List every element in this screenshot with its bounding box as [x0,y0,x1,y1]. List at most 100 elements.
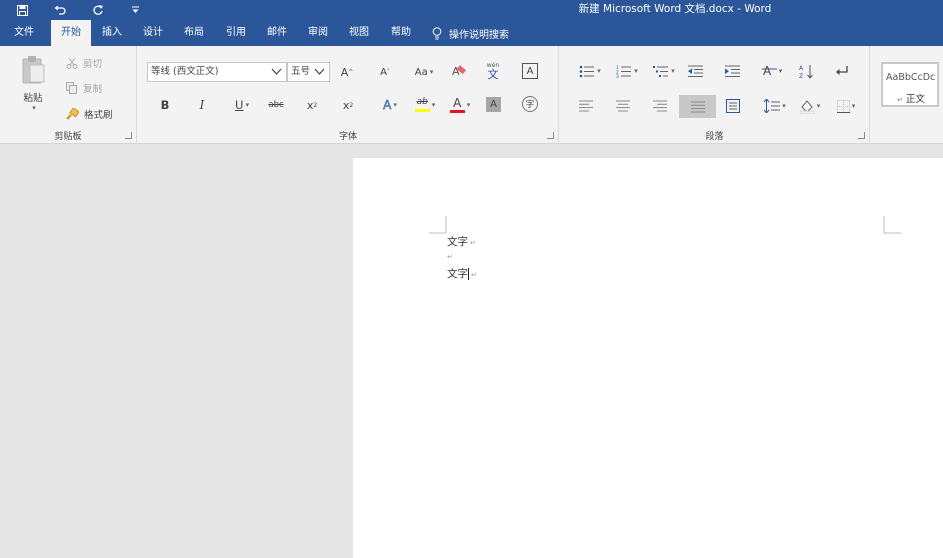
tell-me-search[interactable]: 操作说明搜索 [432,20,509,46]
save-icon[interactable] [10,0,34,20]
font-name-combo[interactable]: 等线 (西文正文) [147,62,287,82]
superscript-button[interactable]: x2 [339,96,357,114]
paragraph-group-label: 段落 [705,132,724,142]
paste-dropdown-icon[interactable]: ▾ [28,104,38,112]
redo-icon[interactable] [86,0,110,20]
subscript-digit: 2 [313,101,318,109]
copy-icon [66,82,77,94]
document-canvas: 文字 ↵ ↵ 文字 ↵ [0,145,943,558]
customize-qat-icon[interactable] [123,0,147,20]
subscript-button[interactable]: x2 [303,96,321,114]
decrease-indent-icon[interactable] [686,63,704,79]
enclose-characters-button[interactable]: 字 [522,96,538,112]
margin-corner-top-left [429,216,447,234]
document-page[interactable]: 文字 ↵ ↵ 文字 ↵ [353,158,943,558]
strikethrough-button[interactable]: abc [265,96,287,114]
paragraph-launcher-icon[interactable] [858,132,865,139]
font-group-label: 字体 [338,132,357,142]
font-group: 等线 (西文正文) 五号 A ^ Aˇ Aa ▾ A wén 文 A B I U ▾ … [138,46,559,144]
copy-button[interactable]: 复制 [66,80,116,96]
tab-home[interactable]: 开始 [51,20,91,46]
paragraph-text: 文字 [447,268,468,280]
align-right-icon[interactable] [651,98,669,114]
paste-button[interactable]: 粘贴 [14,90,52,104]
scissors-icon [66,57,78,69]
paragraph-mark: ↵ [447,253,453,261]
show-paragraph-marks-icon[interactable] [833,62,851,80]
tab-view[interactable]: 视图 [339,20,379,46]
bold-button[interactable]: B [156,96,174,114]
cut-button[interactable]: 剪切 [66,55,116,71]
format-painter-button[interactable]: 格式刷 [66,106,122,122]
line-spacing-icon[interactable]: ▾ [762,97,788,115]
increase-indent-icon[interactable] [723,63,741,79]
clipboard-group-label: 剪贴板 [54,132,82,142]
clipboard-launcher-icon[interactable] [125,132,132,139]
tab-mailings[interactable]: 邮件 [257,20,297,46]
highlight-swatch [414,109,430,112]
grow-font-button[interactable]: A ^ [338,63,356,81]
window-title: 新建 Microsoft Word 文档.docx - Word [578,3,772,15]
tab-help[interactable]: 帮助 [381,20,421,46]
ribbon-tab-bar: 文件 开始 插入 设计 布局 引用 邮件 审阅 视图 帮助 操作说明搜索 [0,20,943,46]
font-color-label: A [453,96,462,110]
font-size-value: 五号 [291,66,311,77]
sort-icon[interactable]: AZ [797,62,815,80]
character-shading-button[interactable]: A [486,97,501,112]
chevron-down-icon [314,68,325,75]
cut-label: 剪切 [83,59,103,70]
highlight-color-button[interactable]: ab ▾ [411,94,439,116]
bullets-icon[interactable]: ▾ [575,63,605,79]
paste-icon[interactable] [14,54,52,86]
justify-icon[interactable] [679,95,716,118]
align-center-icon[interactable] [614,98,632,114]
change-case-button[interactable]: Aa ▾ [411,63,437,81]
phonetic-guide-bottom: 文 [487,67,499,81]
borders-icon[interactable]: ▾ [833,96,859,116]
tab-design[interactable]: 设计 [133,20,173,46]
tab-insert[interactable]: 插入 [92,20,132,46]
distributed-icon[interactable] [724,97,742,115]
paragraph-mark: ↵ [470,239,476,247]
margin-corner-top-right [883,216,901,234]
phonetic-guide-button[interactable]: wén 文 [484,60,502,82]
align-left-icon[interactable] [577,98,595,114]
paragraph-line[interactable]: 文字 ↵ [447,266,477,281]
shading-icon[interactable]: ▾ [797,96,823,116]
underline-label: U [235,98,244,112]
italic-button[interactable]: I [193,96,211,114]
svg-text:A: A [763,64,772,78]
tab-file[interactable]: 文件 [4,20,44,46]
tab-layout[interactable]: 布局 [174,20,214,46]
style-normal[interactable]: AaBbCcDc ↵ 正文 [881,62,939,107]
font-size-combo[interactable]: 五号 [287,62,330,82]
numbering-icon[interactable]: 1 2 3 ▾ [612,63,642,79]
paragraph-line[interactable]: ↵ [447,250,453,262]
paintbrush-icon [66,108,79,120]
grow-font-label: A [340,65,349,79]
character-border-button[interactable]: A [522,63,538,79]
tab-references[interactable]: 引用 [216,20,256,46]
font-launcher-icon[interactable] [547,132,554,139]
shrink-font-button[interactable]: Aˇ [376,63,394,81]
underline-button[interactable]: U ▾ [228,96,256,114]
font-color-button[interactable]: A ▾ [446,94,474,116]
svg-text:A: A [799,65,804,72]
asian-layout-icon[interactable]: A ▾ [759,62,785,80]
chevron-down-icon [271,68,282,75]
superscript-digit: 2 [349,101,354,109]
copy-label: 复制 [83,84,103,95]
paragraph-line[interactable]: 文字 ↵ [447,234,476,249]
tab-review[interactable]: 审阅 [298,20,338,46]
text-effects-button[interactable]: A ▾ [378,96,402,114]
undo-icon[interactable] [48,0,72,20]
highlight-label: ab [416,97,428,107]
paragraph-group: ▾ 1 2 3 ▾ ▾ A ▾ AZ ▾ ▾ ▾ 段落 [560,46,870,144]
style-preview: AaBbCcDc [886,72,936,83]
multilevel-list-icon[interactable]: ▾ [649,63,679,79]
clear-formatting-icon[interactable]: A [449,62,467,80]
svg-text:3: 3 [616,74,619,78]
paragraph-mark: ↵ [471,271,477,279]
paragraph-text: 文字 [447,236,468,248]
clipboard-group: 粘贴 ▾ 剪切 复制 格式刷 剪贴板 [0,46,137,144]
